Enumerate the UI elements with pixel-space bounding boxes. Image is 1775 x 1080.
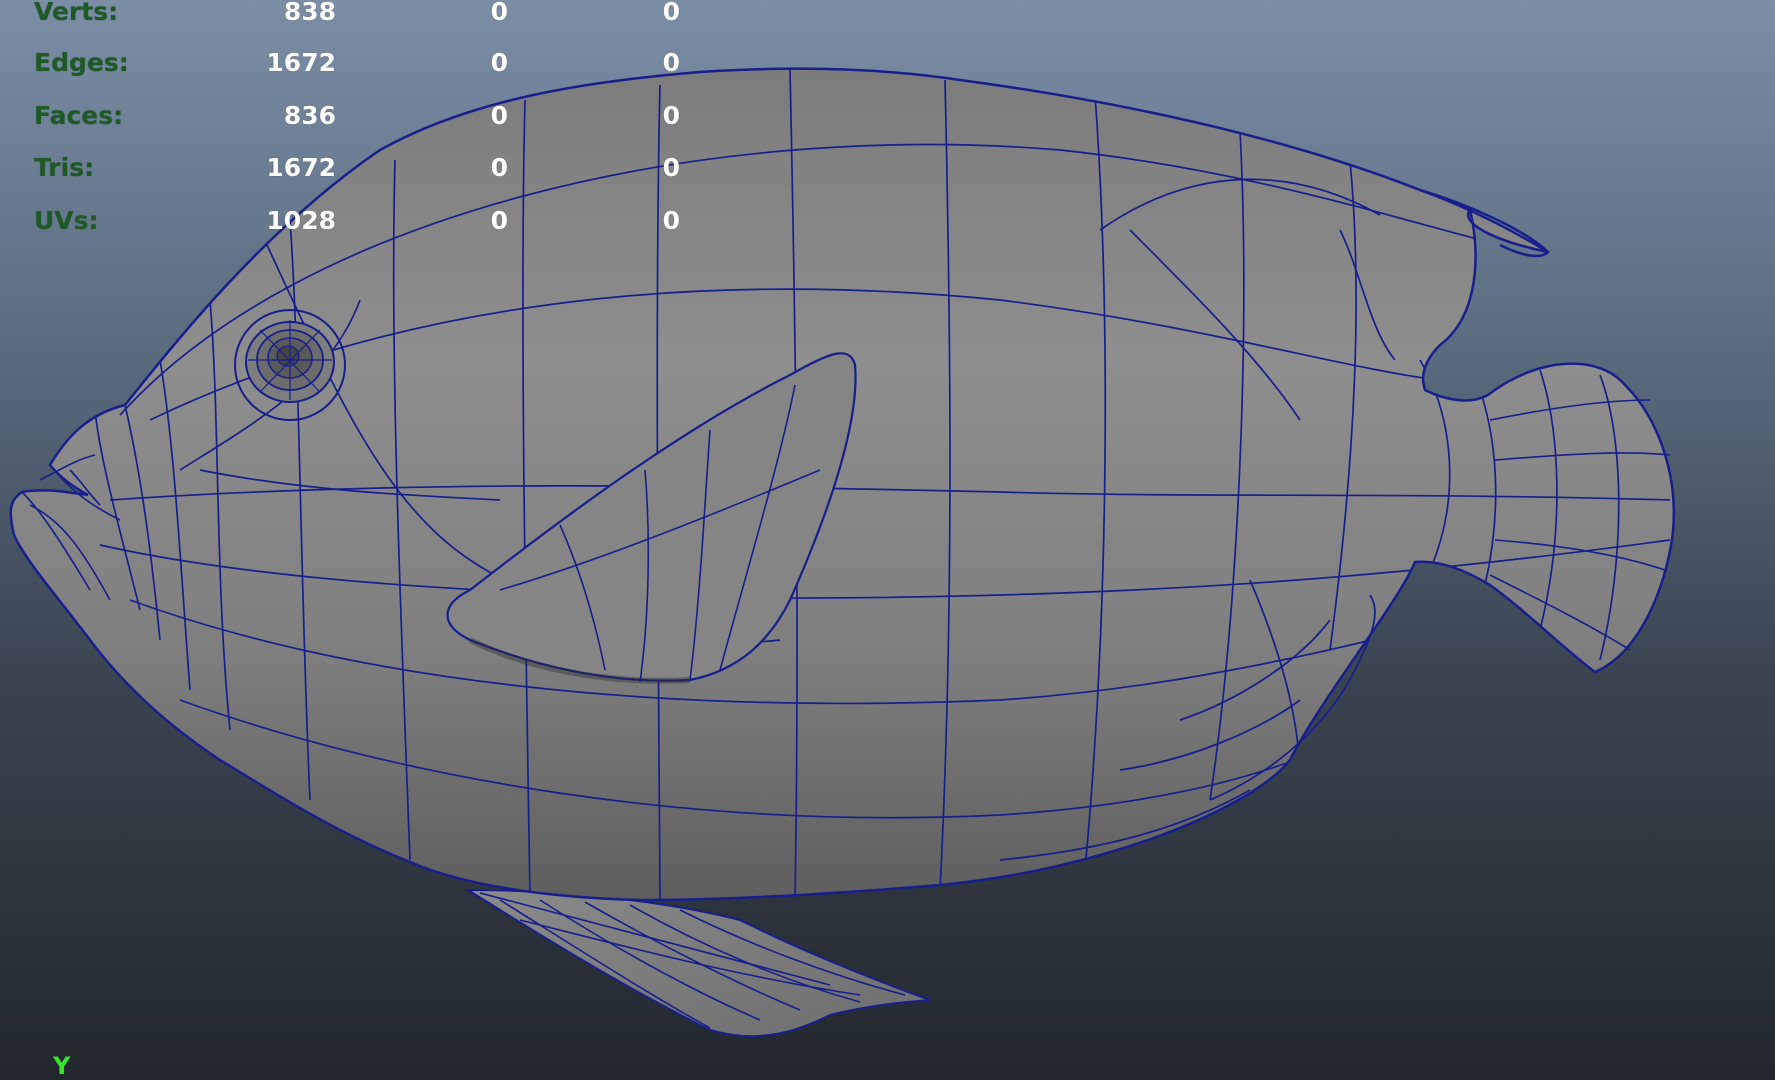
hud-selected-value: 0	[490, 48, 508, 77]
hud-row-faces: Faces: 836 0 0	[0, 96, 720, 136]
hud-row-uvs: UVs: 1028 0 0	[0, 201, 720, 241]
hud-total-value: 1672	[266, 48, 336, 77]
hud-row-edges: Edges: 1672 0 0	[0, 43, 720, 83]
hud-selected-value: 0	[490, 0, 508, 26]
hud-total-value: 836	[283, 101, 336, 130]
hud-component-value: 0	[662, 101, 680, 130]
hud-component-value: 0	[662, 153, 680, 182]
hud-label: Tris:	[34, 153, 95, 182]
hud-label: UVs:	[34, 206, 99, 235]
hud-row-tris: Tris: 1672 0 0	[0, 148, 720, 188]
hud-selected-value: 0	[490, 101, 508, 130]
hud-label: Edges:	[34, 48, 129, 77]
hud-total-value: 1672	[266, 153, 336, 182]
hud-component-value: 0	[662, 0, 680, 26]
pelvic-fin	[464, 888, 931, 1038]
y-axis-indicator: Y	[53, 1052, 71, 1080]
hud-total-value: 838	[283, 0, 336, 26]
hud-component-value: 0	[662, 48, 680, 77]
hud-label: Faces:	[34, 101, 124, 130]
hud-label: Verts:	[34, 0, 119, 26]
fish-body	[9, 67, 1676, 902]
hud-component-value: 0	[662, 206, 680, 235]
hud-selected-value: 0	[490, 153, 508, 182]
hud-total-value: 1028	[266, 206, 336, 235]
hud-selected-value: 0	[490, 206, 508, 235]
hud-row-verts: Verts: 838 0 0	[0, 0, 720, 32]
3d-viewport[interactable]: Verts: 838 0 0 Edges: 1672 0 0 Faces: 83…	[0, 0, 1775, 1080]
